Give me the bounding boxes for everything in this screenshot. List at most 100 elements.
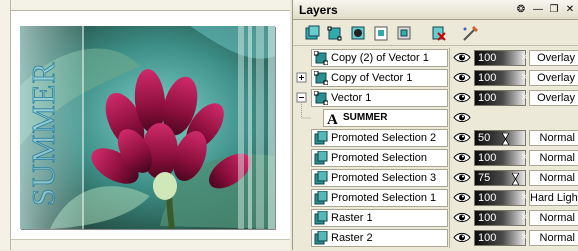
- opacity-marker-icon[interactable]: [521, 193, 528, 205]
- expand-icon[interactable]: [293, 68, 311, 88]
- layer-row[interactable]: Raster 2 100 Normal: [293, 228, 578, 248]
- edit-selection-icon[interactable]: [461, 24, 480, 43]
- column-divider: [449, 148, 450, 168]
- layer-name-cell[interactable]: Raster 2: [311, 229, 448, 247]
- layer-name: Promoted Selection 1: [331, 192, 437, 204]
- blend-mode-select[interactable]: Overlay: [529, 70, 578, 86]
- minimize-icon[interactable]: —: [531, 3, 545, 16]
- close-icon[interactable]: ✕: [563, 3, 577, 16]
- layer-name: Raster 2: [331, 232, 373, 244]
- layer-row[interactable]: Promoted Selection 2 50 Normal: [293, 128, 578, 148]
- opacity-marker-icon[interactable]: [521, 213, 528, 225]
- blend-mode-select[interactable]: Normal: [529, 230, 578, 246]
- palette-titlebar[interactable]: Layers ❂ — ❐ ✕: [293, 0, 578, 20]
- opacity-value: 100: [478, 52, 497, 64]
- tree-line-icon: [293, 128, 311, 148]
- duplicate-layer-icon[interactable]: [372, 24, 391, 43]
- visibility-eye-icon[interactable]: [453, 191, 471, 204]
- visibility-eye-icon[interactable]: [453, 231, 471, 244]
- layer-row[interactable]: Promoted Selection 100 Normal: [293, 148, 578, 168]
- layer-row[interactable]: A SUMMER: [293, 108, 578, 128]
- visibility-eye-icon[interactable]: [453, 91, 471, 104]
- opacity-slider[interactable]: 100: [474, 230, 528, 246]
- opacity-value: 100: [478, 192, 497, 204]
- opacity-value: 100: [478, 72, 497, 84]
- visibility-eye-icon[interactable]: [453, 71, 471, 84]
- visibility-eye-icon[interactable]: [453, 131, 471, 144]
- opacity-slider[interactable]: 100: [474, 210, 528, 226]
- layer-name: Promoted Selection 2: [331, 132, 437, 144]
- layer-name-cell[interactable]: Promoted Selection: [311, 149, 448, 167]
- blend-mode-select[interactable]: Overlay: [529, 90, 578, 106]
- canvas-horizontal-scrollbar[interactable]: [11, 239, 290, 250]
- layer-row[interactable]: Vector 1 100 Overlay: [293, 88, 578, 108]
- layer-name-cell[interactable]: Copy of Vector 1: [311, 69, 448, 87]
- visibility-eye-icon[interactable]: [453, 151, 471, 164]
- new-raster-layer-icon[interactable]: [303, 24, 322, 43]
- opacity-marker-icon[interactable]: [521, 53, 528, 65]
- column-divider: [449, 128, 450, 148]
- raster-layer-icon: [314, 190, 328, 205]
- summer-vertical-text: SUMMER: [25, 61, 62, 207]
- visibility-eye-icon[interactable]: [453, 211, 471, 224]
- opacity-slider[interactable]: 100: [474, 90, 528, 106]
- raster-layer-icon: [314, 150, 328, 165]
- layer-name: SUMMER: [343, 112, 388, 123]
- layer-row[interactable]: Promoted Selection 1 100 Hard Light: [293, 188, 578, 208]
- layer-name-cell[interactable]: Promoted Selection 2: [311, 129, 448, 147]
- blend-mode-select[interactable]: Normal: [529, 210, 578, 226]
- image-workspace[interactable]: SUMMER: [0, 0, 290, 250]
- layer-row[interactable]: Copy of Vector 1 100 Overlay: [293, 68, 578, 88]
- vector-layer-icon: [313, 70, 329, 86]
- opacity-marker-icon[interactable]: [501, 132, 510, 146]
- visibility-eye-icon[interactable]: [453, 51, 471, 64]
- layer-name-cell[interactable]: Copy (2) of Vector 1: [311, 49, 448, 67]
- opacity-slider[interactable]: 100: [474, 50, 528, 66]
- layer-name: Vector 1: [331, 92, 372, 104]
- new-adjustment-layer-icon[interactable]: [395, 24, 414, 43]
- opacity-slider[interactable]: 100: [474, 150, 528, 166]
- blend-mode-select[interactable]: Normal: [529, 150, 578, 166]
- raster-layer-icon: [314, 130, 328, 145]
- opacity-value: 100: [478, 212, 497, 224]
- opacity-marker-icon[interactable]: [521, 73, 528, 85]
- opacity-slider[interactable]: 100: [474, 190, 528, 206]
- layer-name-cell[interactable]: Vector 1: [311, 89, 448, 107]
- new-vector-layer-icon[interactable]: [326, 24, 345, 43]
- opacity-marker-icon[interactable]: [521, 233, 528, 245]
- layer-name: Raster 1: [331, 212, 373, 224]
- visibility-eye-icon[interactable]: [453, 111, 471, 124]
- layer-row[interactable]: Raster 1 100 Normal: [293, 208, 578, 228]
- restore-icon[interactable]: ❐: [547, 3, 561, 16]
- layer-name-cell[interactable]: Promoted Selection 3: [311, 169, 448, 187]
- svg-text:SUMMER: SUMMER: [25, 61, 61, 206]
- blend-mode-select[interactable]: Hard Light: [529, 190, 578, 206]
- layer-name: Promoted Selection: [331, 152, 427, 164]
- pin-icon[interactable]: ❂: [514, 3, 528, 16]
- column-divider: [449, 48, 450, 68]
- visibility-eye-icon[interactable]: [453, 171, 471, 184]
- column-divider: [449, 88, 450, 108]
- opacity-marker-icon[interactable]: [521, 153, 528, 165]
- layer-name: Copy (2) of Vector 1: [331, 52, 429, 64]
- opacity-marker-icon[interactable]: [511, 172, 520, 186]
- column-divider: [449, 68, 450, 88]
- layer-row[interactable]: Promoted Selection 3 75 Normal: [293, 168, 578, 188]
- blend-mode-select[interactable]: Normal: [529, 170, 578, 186]
- blend-mode-select[interactable]: Normal: [529, 130, 578, 146]
- layer-name-cell[interactable]: A SUMMER: [323, 109, 448, 128]
- layer-name-cell[interactable]: Raster 1: [311, 209, 448, 227]
- palette-title: Layers: [299, 3, 338, 17]
- column-divider: [449, 188, 450, 208]
- opacity-marker-icon[interactable]: [521, 93, 528, 105]
- opacity-slider[interactable]: 75: [474, 170, 526, 186]
- image-canvas[interactable]: SUMMER: [20, 26, 275, 229]
- layer-name-cell[interactable]: Promoted Selection 1: [311, 189, 448, 207]
- collapse-icon[interactable]: [293, 88, 311, 108]
- opacity-slider[interactable]: 100: [474, 70, 528, 86]
- new-mask-layer-icon[interactable]: [349, 24, 368, 43]
- layer-row[interactable]: Copy (2) of Vector 1 100 Overlay: [293, 48, 578, 68]
- delete-layer-icon[interactable]: [429, 24, 448, 43]
- opacity-slider[interactable]: 50: [474, 130, 526, 146]
- blend-mode-select[interactable]: Overlay: [529, 50, 578, 66]
